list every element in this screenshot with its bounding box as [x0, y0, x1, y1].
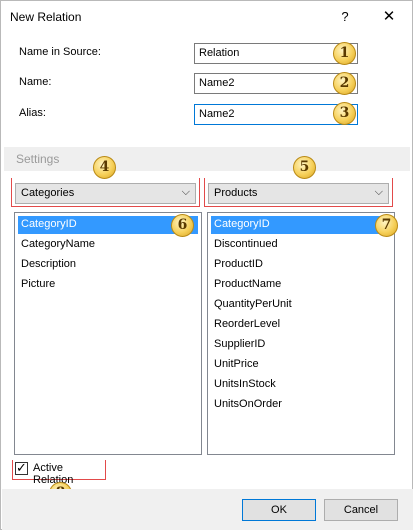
callout-badge-1: 1: [333, 42, 356, 65]
new-relation-dialog: New Relation ? ✕ Name in Source: Relatio…: [0, 0, 413, 530]
name-in-source-label: Name in Source:: [19, 46, 101, 58]
list-item[interactable]: UnitsOnOrder: [211, 396, 391, 414]
active-relation-checkbox[interactable]: ✓: [15, 460, 28, 475]
chevron-down-icon: ⌵: [181, 186, 190, 198]
settings-section: Settings: [4, 147, 410, 171]
list-item[interactable]: ReorderLevel: [211, 316, 391, 334]
name-label: Name:: [19, 76, 52, 88]
right-column-list[interactable]: CategoryID Discontinued ProductID Produc…: [207, 212, 395, 455]
list-item[interactable]: UnitsInStock: [211, 376, 391, 394]
list-item[interactable]: UnitPrice: [211, 356, 391, 374]
alias-label: Alias:: [19, 107, 46, 119]
list-item[interactable]: QuantityPerUnit: [211, 296, 391, 314]
left-table-combo-value: Categories: [21, 187, 75, 199]
left-table-combo[interactable]: Categories ⌵: [15, 183, 196, 204]
settings-label: Settings: [16, 152, 60, 166]
callout-badge-2: 2: [333, 72, 356, 95]
callout-badge-3: 3: [333, 102, 356, 125]
list-item[interactable]: ProductName: [211, 276, 391, 294]
callout-badge-5: 5: [293, 156, 316, 179]
close-icon[interactable]: ✕: [375, 5, 403, 29]
list-item[interactable]: CategoryName: [18, 236, 198, 254]
list-item[interactable]: CategoryID: [211, 216, 391, 234]
dialog-title: New Relation: [10, 10, 82, 24]
chevron-down-icon: ⌵: [374, 186, 383, 198]
list-item[interactable]: ProductID: [211, 256, 391, 274]
right-table-combo-value: Products: [214, 187, 258, 199]
check-icon: ✓: [16, 460, 27, 475]
right-table-combo-highlight: Products ⌵: [204, 178, 393, 207]
left-table-combo-highlight: Categories ⌵: [11, 178, 200, 207]
help-button[interactable]: ?: [331, 5, 359, 29]
list-item[interactable]: Description: [18, 256, 198, 274]
callout-badge-6: 6: [171, 214, 194, 237]
list-item[interactable]: SupplierID: [211, 336, 391, 354]
list-item[interactable]: Discontinued: [211, 236, 391, 254]
right-table-combo[interactable]: Products ⌵: [208, 183, 389, 204]
active-relation-highlight: ✓ Active Relation: [12, 460, 106, 486]
active-relation-label: Active Relation: [33, 462, 74, 486]
title-bar: New Relation ? ✕: [1, 1, 412, 33]
callout-badge-4: 4: [93, 156, 116, 179]
ok-button[interactable]: OK: [242, 499, 316, 521]
left-column-list[interactable]: CategoryID CategoryName Description Pict…: [14, 212, 202, 455]
button-bar: OK Cancel: [2, 489, 413, 530]
callout-badge-7: 7: [375, 214, 398, 237]
list-item[interactable]: Picture: [18, 276, 198, 294]
cancel-button[interactable]: Cancel: [324, 499, 398, 521]
